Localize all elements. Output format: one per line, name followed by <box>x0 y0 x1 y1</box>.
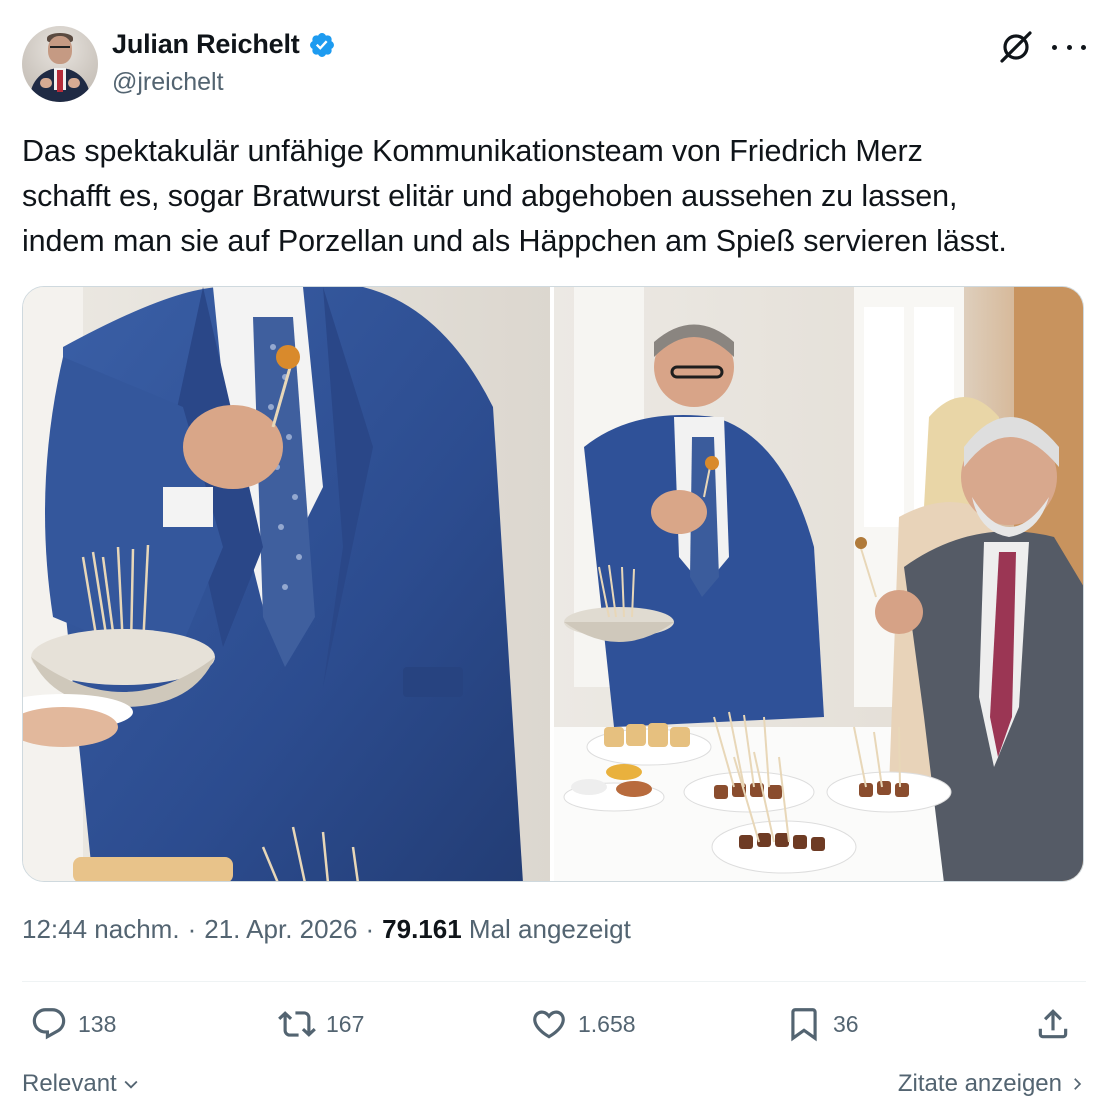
share-button[interactable] <box>1034 1005 1072 1043</box>
author-name-row[interactable]: Julian Reichelt <box>112 29 336 60</box>
avatar[interactable] <box>22 26 98 102</box>
repost-count: 167 <box>326 1010 365 1037</box>
bookmark-icon <box>791 1008 817 1042</box>
photo-2[interactable] <box>554 287 1083 881</box>
grok-icon[interactable] <box>997 28 1035 66</box>
views-count: 79.161 <box>382 914 462 944</box>
like-count: 1.658 <box>578 1010 636 1037</box>
sort-dropdown[interactable]: Relevant <box>22 1070 141 1098</box>
reply-icon <box>32 1008 66 1040</box>
bookmark-button[interactable]: 36 <box>785 1005 859 1043</box>
author-handle[interactable]: @jreichelt <box>112 68 224 97</box>
tweet-date[interactable]: 21. Apr. 2026 <box>204 914 357 945</box>
heart-icon <box>533 1010 565 1039</box>
chevron-right-icon <box>1074 1078 1082 1090</box>
media-grid <box>22 286 1084 882</box>
tweet-meta: 12:44 nachm. · 21. Apr. 2026 · 79.161 Ma… <box>22 914 631 945</box>
divider <box>22 981 1086 982</box>
like-button[interactable]: 1.658 <box>530 1005 636 1043</box>
action-bar: 138 167 1.658 36 <box>22 1005 1086 1051</box>
verified-badge-icon <box>309 32 334 57</box>
reply-button[interactable]: 138 <box>30 1005 116 1043</box>
reply-count: 138 <box>78 1010 117 1037</box>
tweet-text: Das spektakulär unfähige Kommunikationst… <box>22 134 1007 258</box>
bookmark-count: 36 <box>833 1010 859 1037</box>
repost-button[interactable]: 167 <box>278 1005 364 1043</box>
meta-separator-2: · <box>365 914 375 944</box>
meta-separator: · <box>187 914 197 944</box>
chevron-down-icon <box>124 1080 138 1089</box>
more-options-icon[interactable] <box>1052 34 1086 60</box>
share-icon <box>1038 1009 1068 1039</box>
tweet-time[interactable]: 12:44 nachm. <box>22 914 180 945</box>
sort-label: Relevant <box>22 1070 117 1097</box>
quotes-label: Zitate anzeigen <box>897 1070 1062 1097</box>
repost-icon <box>278 1011 316 1037</box>
tweet-header: Julian Reichelt @jreichelt <box>22 26 1086 102</box>
view-quotes-link[interactable]: Zitate anzeigen <box>898 1070 1086 1098</box>
author-name[interactable]: Julian Reichelt <box>112 29 300 60</box>
views-label: Mal angezeigt <box>468 914 631 944</box>
photo-1[interactable] <box>23 287 550 881</box>
